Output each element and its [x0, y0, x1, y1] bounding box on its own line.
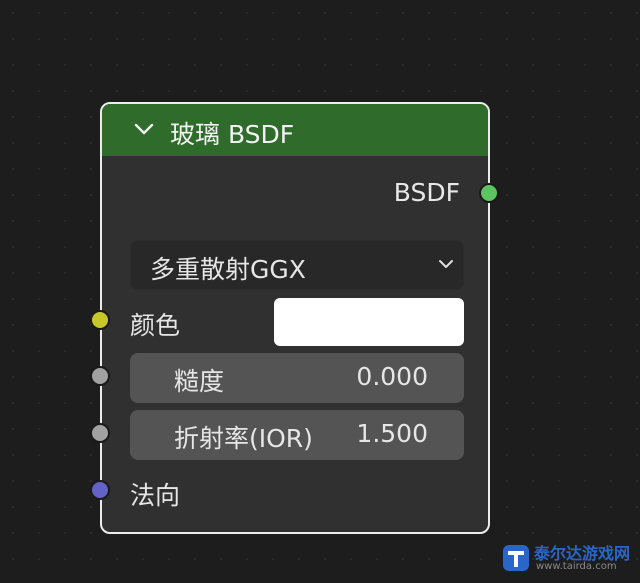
- node-header[interactable]: 玻璃 BSDF: [102, 104, 488, 156]
- chevron-down-icon[interactable]: [134, 120, 154, 138]
- roughness-input-socket[interactable]: [90, 366, 110, 386]
- ior-label: 折射率(IOR): [174, 424, 313, 453]
- output-label-bsdf: BSDF: [393, 178, 460, 207]
- watermark-url: www.tairda.com: [536, 561, 617, 572]
- roughness-field[interactable]: 糙度 0.000: [130, 353, 464, 403]
- chevron-down-icon: [439, 260, 453, 268]
- node-title: 玻璃 BSDF: [170, 120, 295, 149]
- ior-input-socket[interactable]: [90, 423, 110, 443]
- normal-input-socket[interactable]: [90, 480, 110, 500]
- color-input-socket[interactable]: [90, 310, 110, 330]
- ior-value: 1.500: [356, 419, 428, 448]
- color-swatch[interactable]: [274, 298, 464, 346]
- color-input-label: 颜色: [130, 311, 181, 340]
- distribution-dropdown[interactable]: 多重散射GGX: [130, 240, 464, 290]
- distribution-value: 多重散射GGX: [150, 255, 306, 284]
- ior-field[interactable]: 折射率(IOR) 1.500: [130, 410, 464, 460]
- site-logo-icon: [503, 545, 529, 571]
- roughness-label: 糙度: [174, 367, 225, 396]
- watermark: 泰尔达游戏网 www.tairda.com: [502, 540, 632, 578]
- glass-bsdf-node[interactable]: 玻璃 BSDF BSDF 多重散射GGX 颜色 糙度 0.000 折射率(IOR…: [100, 102, 490, 534]
- bsdf-output-socket[interactable]: [479, 183, 499, 203]
- normal-input-label: 法向: [130, 481, 181, 510]
- roughness-value: 0.000: [356, 362, 428, 391]
